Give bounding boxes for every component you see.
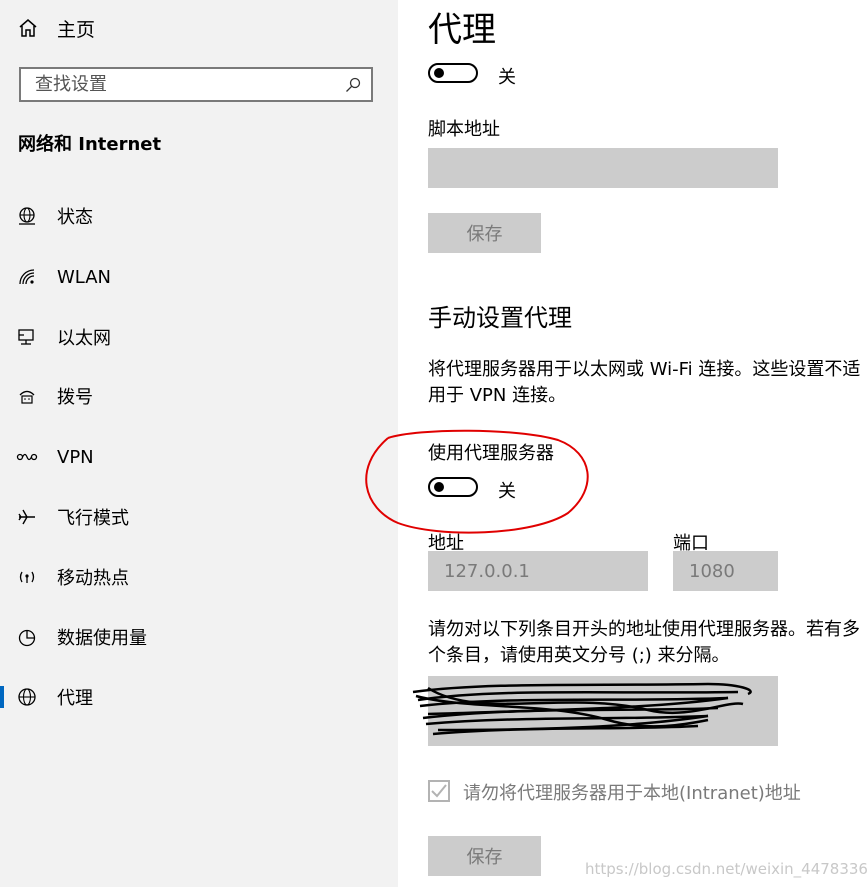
- local-intranet-label: 请勿将代理服务器用于本地(Intranet)地址: [463, 783, 801, 804]
- sidebar-item-label: 代理: [57, 688, 93, 709]
- vpn-icon: [16, 446, 38, 468]
- auto-toggle-state: 关: [498, 67, 516, 88]
- script-address-label: 脚本地址: [428, 119, 500, 140]
- local-intranet-checkbox[interactable]: [428, 780, 450, 802]
- sidebar-item-status[interactable]: 状态: [0, 196, 398, 236]
- exceptions-desc-line1: 请勿对以下列条目开头的地址使用代理服务器。若有多: [428, 619, 860, 640]
- sidebar-item-vpn[interactable]: VPN: [0, 437, 398, 477]
- sidebar-item-dialup[interactable]: 拨号: [0, 376, 398, 416]
- globe-status-icon: [16, 205, 38, 227]
- sidebar-item-label: 状态: [57, 207, 93, 228]
- wifi-icon: [16, 266, 38, 288]
- data-usage-icon: [16, 626, 38, 648]
- scribble-redaction: [412, 682, 752, 736]
- sidebar-item-label: 拨号: [57, 387, 93, 408]
- toggle-knob: [434, 68, 444, 78]
- auto-detect-toggle[interactable]: [428, 63, 478, 83]
- save-button[interactable]: 保存: [428, 213, 541, 253]
- sidebar: 主页 网络和 Internet 状态 WLAN 以太网 拨号: [0, 0, 398, 887]
- watermark-text: https://blog.csdn.net/weixin_44783366: [585, 860, 867, 878]
- manual-desc-line1: 将代理服务器用于以太网或 Wi-Fi 连接。这些设置不适: [428, 359, 861, 380]
- sidebar-item-proxy[interactable]: 代理: [0, 677, 398, 717]
- port-input[interactable]: [673, 551, 778, 591]
- manual-desc-line2: 用于 VPN 连接。: [428, 385, 567, 406]
- exceptions-description: 请勿对以下列条目开头的地址使用代理服务器。若有多 个条目，请使用英文分号 (;)…: [428, 617, 860, 669]
- sidebar-item-data-usage[interactable]: 数据使用量: [0, 617, 398, 657]
- home-icon: [19, 19, 37, 37]
- search-box[interactable]: [19, 67, 373, 102]
- section-title: 网络和 Internet: [18, 134, 162, 155]
- sidebar-item-ethernet[interactable]: 以太网: [0, 317, 398, 357]
- sidebar-item-label: 以太网: [57, 328, 111, 349]
- search-icon[interactable]: [345, 77, 361, 93]
- ethernet-icon: [16, 326, 38, 348]
- dialup-icon: [16, 385, 38, 407]
- sidebar-item-label: 移动热点: [57, 568, 129, 589]
- hotspot-icon: [16, 566, 38, 588]
- red-annotation-circle: [365, 429, 589, 534]
- home-link[interactable]: 主页: [18, 12, 95, 44]
- manual-proxy-heading: 手动设置代理: [428, 304, 572, 332]
- exceptions-desc-line2: 个条目，请使用英文分号 (;) 来分隔。: [428, 645, 730, 666]
- home-label: 主页: [57, 18, 96, 41]
- address-input[interactable]: [428, 551, 648, 591]
- airplane-icon: [16, 506, 38, 528]
- sidebar-item-airplane[interactable]: 飞行模式: [0, 497, 398, 537]
- sidebar-item-hotspot[interactable]: 移动热点: [0, 557, 398, 597]
- sidebar-item-label: VPN: [57, 446, 94, 468]
- sidebar-item-label: 飞行模式: [57, 508, 129, 529]
- save-button-2[interactable]: 保存: [428, 836, 541, 876]
- main-panel: 代理 关 脚本地址 保存 手动设置代理 将代理服务器用于以太网或 Wi-Fi 连…: [365, 0, 867, 887]
- sidebar-item-label: WLAN: [57, 266, 112, 288]
- sidebar-item-label: 数据使用量: [57, 628, 147, 649]
- checkmark-icon: [431, 784, 447, 798]
- script-address-input[interactable]: [428, 148, 778, 188]
- manual-proxy-description: 将代理服务器用于以太网或 Wi-Fi 连接。这些设置不适 用于 VPN 连接。: [428, 357, 860, 409]
- globe-icon: [16, 686, 38, 708]
- sidebar-item-wlan[interactable]: WLAN: [0, 257, 398, 297]
- search-input[interactable]: [21, 69, 371, 100]
- page-title: 代理: [428, 10, 496, 50]
